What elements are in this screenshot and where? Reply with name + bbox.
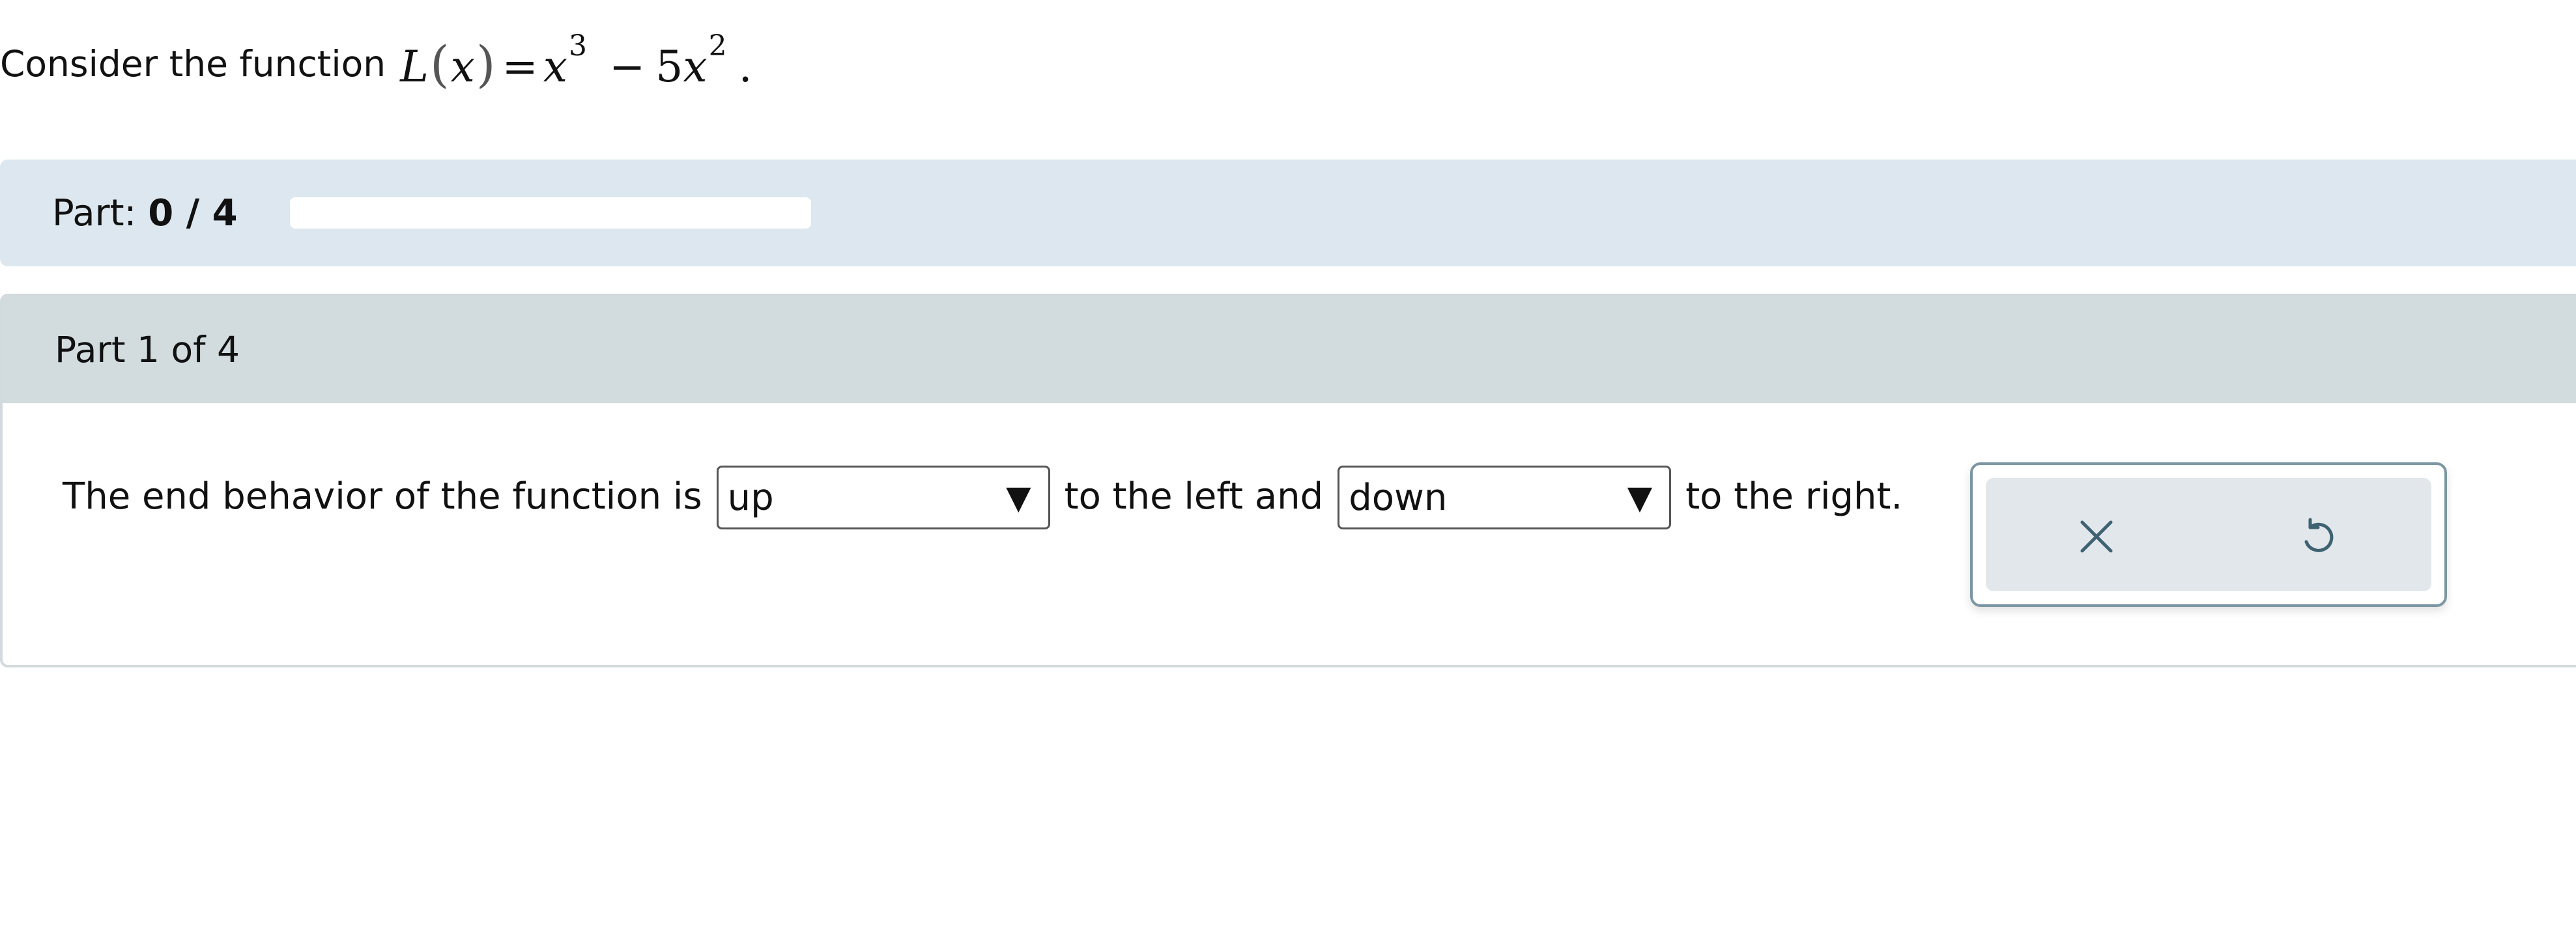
progress-track xyxy=(289,197,811,229)
part-progress-panel: Part: 0 / 4 xyxy=(0,160,2576,266)
sentence-middle: to the left and xyxy=(1064,475,1324,518)
question-text: Consider the function L ( x ) = x 3 − 5 … xyxy=(0,25,752,103)
term1-exponent: 3 xyxy=(569,29,588,63)
sentence-start: The end behavior of the function is xyxy=(63,475,702,518)
clear-button[interactable] xyxy=(2064,504,2129,569)
left-behavior-value: up xyxy=(727,476,774,519)
undo-icon xyxy=(2304,518,2334,552)
question-prefix: Consider the function xyxy=(0,43,386,85)
function-name: L xyxy=(400,41,429,92)
left-behavior-dropdown[interactable]: up ▼ xyxy=(716,466,1050,529)
part-header: Part 1 of 4 xyxy=(3,296,2576,403)
caret-down-icon: ▼ xyxy=(1627,479,1653,516)
minus-sign: − xyxy=(609,41,646,92)
answer-tools xyxy=(1970,462,2447,607)
close-paren: ) xyxy=(476,35,496,93)
function-expression: L ( x ) = x 3 − 5 x 2 . xyxy=(400,29,752,93)
term1-variable: x xyxy=(543,41,568,92)
answer-sentence: The end behavior of the function is up ▼… xyxy=(63,464,1903,529)
term2-variable: x xyxy=(683,41,708,92)
open-paren: ( xyxy=(429,35,450,93)
close-icon xyxy=(2080,520,2113,553)
right-behavior-dropdown[interactable]: down ▼ xyxy=(1338,466,1672,529)
progress-count: 0 / 4 xyxy=(148,191,238,234)
equals-sign: = xyxy=(502,41,538,92)
period: . xyxy=(738,41,752,92)
answer-tools-inner xyxy=(1986,478,2431,591)
undo-button[interactable] xyxy=(2285,504,2351,569)
term2-coefficient: 5 xyxy=(655,41,683,92)
right-behavior-value: down xyxy=(1349,476,1448,519)
sentence-end: to the right. xyxy=(1685,475,1903,518)
caret-down-icon: ▼ xyxy=(1006,479,1031,516)
function-variable: x xyxy=(450,41,475,92)
progress-label: Part: 0 / 4 xyxy=(52,192,238,234)
term2-exponent: 2 xyxy=(708,29,727,63)
progress-label-text: Part: xyxy=(52,191,137,234)
